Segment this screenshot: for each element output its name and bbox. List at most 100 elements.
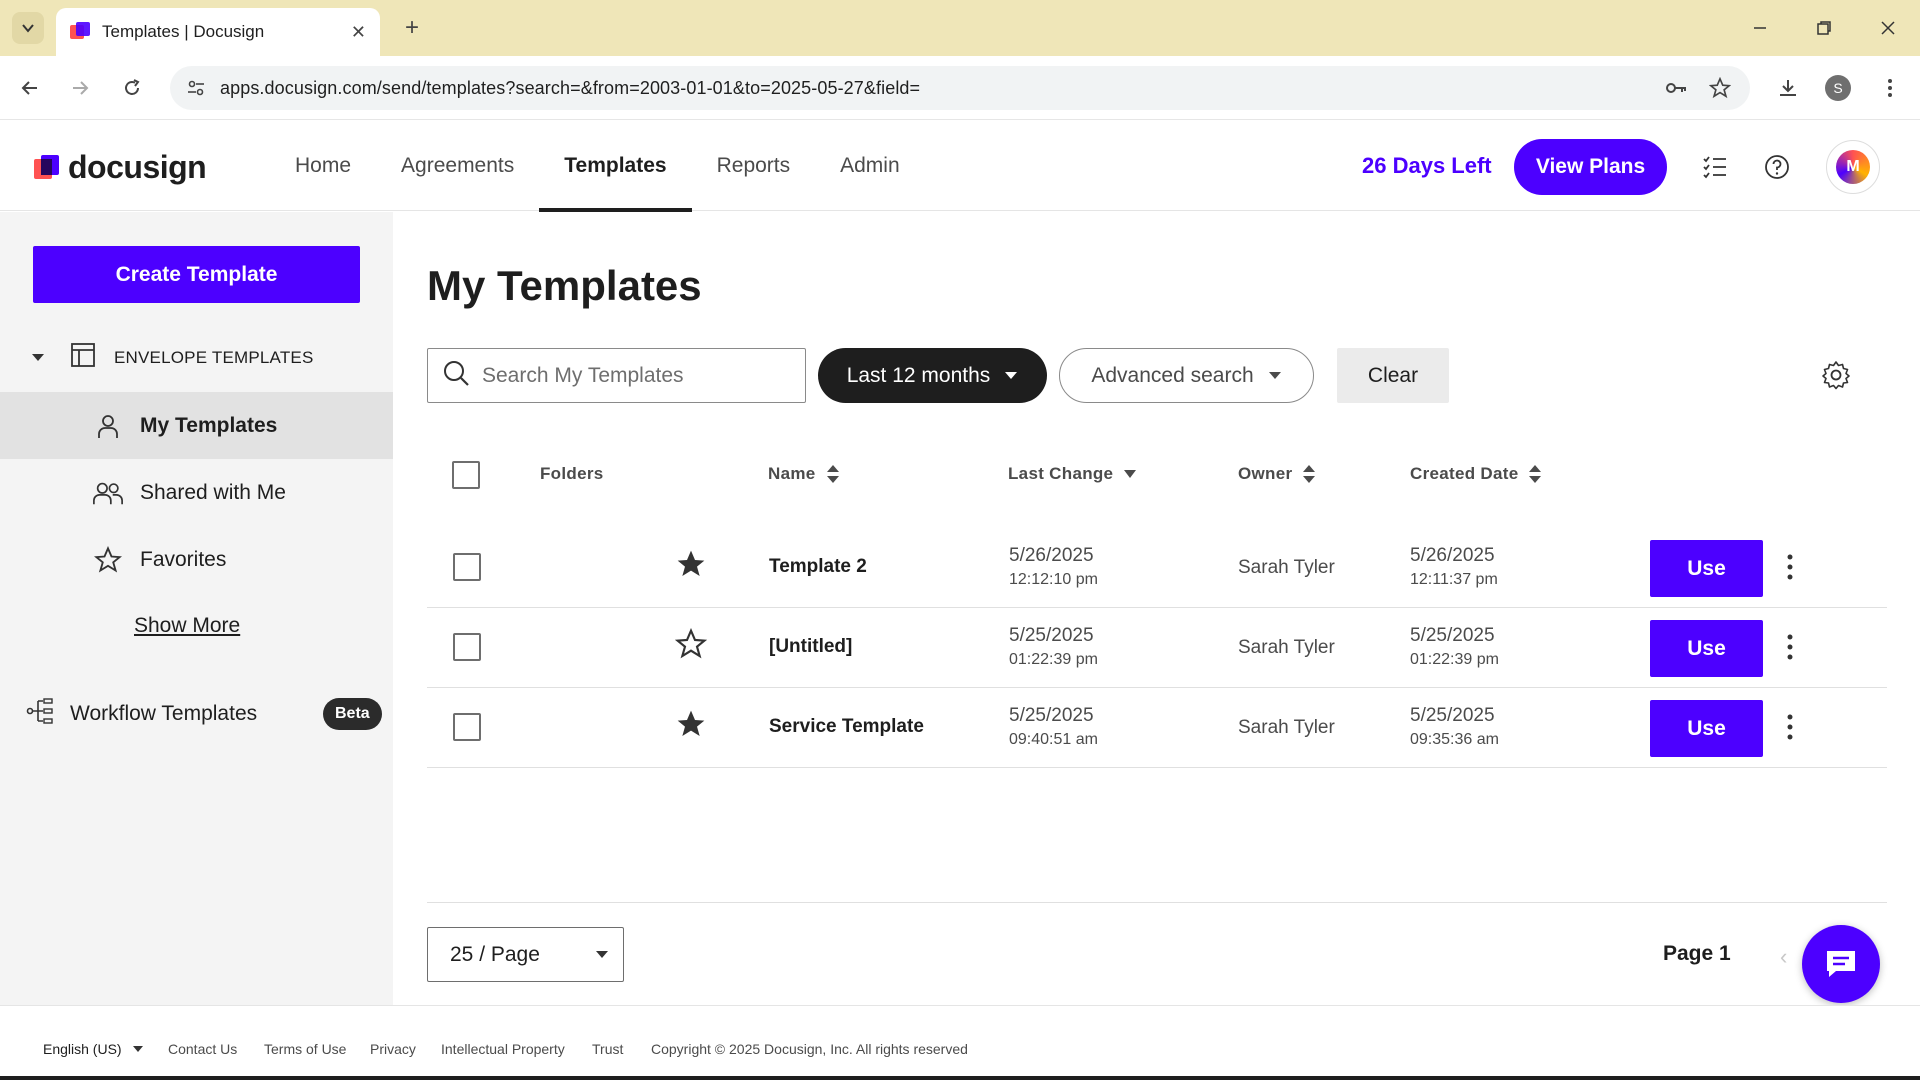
advanced-search-dropdown[interactable]: Advanced search <box>1059 348 1314 403</box>
date-filter-label: Last 12 months <box>846 363 991 387</box>
create-template-button[interactable]: Create Template <box>33 246 360 303</box>
last-change-cell: 5/25/2025 09:40:51 am <box>1009 705 1098 748</box>
sidebar-item-shared-with-me[interactable]: Shared with Me <box>0 459 393 526</box>
reload-icon[interactable] <box>116 72 148 104</box>
sidebar-item-label: My Templates <box>140 413 278 437</box>
row-divider <box>427 607 1887 608</box>
workflow-icon <box>26 698 54 730</box>
app-header: docusign Home Agreements Templates Repor… <box>0 121 1920 212</box>
row-checkbox[interactable] <box>453 633 481 661</box>
use-button[interactable]: Use <box>1650 540 1763 597</box>
select-all-checkbox[interactable] <box>452 461 480 489</box>
use-button[interactable]: Use <box>1650 700 1763 757</box>
minimize-icon[interactable] <box>1740 10 1780 46</box>
sidebar-item-my-templates[interactable]: My Templates <box>0 392 393 459</box>
chevron-down-icon <box>22 24 34 33</box>
user-avatar[interactable]: M <box>1826 140 1880 194</box>
owner-cell: Sarah Tyler <box>1238 717 1335 738</box>
last-change-cell: 5/26/2025 12:12:10 pm <box>1009 545 1098 588</box>
more-options-icon[interactable] <box>1780 627 1800 667</box>
restore-icon[interactable] <box>1804 10 1844 46</box>
column-owner[interactable]: Owner <box>1238 464 1316 484</box>
bookmark-star-icon[interactable] <box>1704 72 1736 104</box>
profile-avatar[interactable]: S <box>1822 72 1854 104</box>
nav-admin[interactable]: Admin <box>815 121 925 211</box>
row-checkbox[interactable] <box>453 713 481 741</box>
footer: English (US) Contact Us Terms of Use Pri… <box>0 1005 1920 1080</box>
column-name[interactable]: Name <box>768 464 840 484</box>
language-select[interactable]: English (US) <box>43 1041 144 1057</box>
sidebar-item-label: Favorites <box>140 547 227 571</box>
created-date-cell: 5/26/2025 12:11:37 pm <box>1410 545 1498 588</box>
star-filled-icon[interactable] <box>675 708 707 740</box>
per-page-select[interactable]: 25 / Page <box>427 927 624 982</box>
chevron-left-icon[interactable]: ‹ <box>1780 944 1787 970</box>
star-outline-icon[interactable] <box>675 628 707 660</box>
footer-link-terms[interactable]: Terms of Use <box>264 1041 346 1057</box>
url-omnibox[interactable]: apps.docusign.com/send/templates?search=… <box>170 66 1750 110</box>
gear-icon[interactable] <box>1818 357 1854 393</box>
table-bottom-divider <box>427 902 1887 903</box>
logo-text: docusign <box>68 149 207 185</box>
clear-button[interactable]: Clear <box>1337 348 1449 403</box>
template-name[interactable]: [Untitled] <box>769 636 852 658</box>
docusign-logo-icon <box>34 154 60 181</box>
use-button[interactable]: Use <box>1650 620 1763 677</box>
sidebar-item-favorites[interactable]: Favorites <box>0 526 393 593</box>
row-checkbox[interactable] <box>453 553 481 581</box>
nav-reports[interactable]: Reports <box>692 121 816 211</box>
more-options-icon[interactable] <box>1780 707 1800 747</box>
nav-home[interactable]: Home <box>270 121 376 211</box>
chat-icon <box>1827 951 1855 977</box>
forward-arrow-icon[interactable] <box>64 72 96 104</box>
show-more-link[interactable]: Show More <box>134 614 240 638</box>
tab-close-icon[interactable]: ✕ <box>351 22 366 43</box>
more-options-icon[interactable] <box>1780 547 1800 587</box>
checklist-icon[interactable] <box>1698 150 1732 184</box>
download-icon[interactable] <box>1772 72 1804 104</box>
star-filled-icon[interactable] <box>675 548 707 580</box>
browser-tab-bar: Templates | Docusign ✕ + <box>0 0 1920 56</box>
browser-tab-active[interactable]: Templates | Docusign ✕ <box>56 8 380 56</box>
main-nav: Home Agreements Templates Reports Admin <box>270 121 925 212</box>
footer-link-privacy[interactable]: Privacy <box>370 1041 416 1057</box>
footer-link-contact[interactable]: Contact Us <box>168 1041 237 1057</box>
url-text: apps.docusign.com/send/templates?search=… <box>220 77 921 98</box>
created-date-cell: 5/25/2025 09:35:36 am <box>1410 705 1499 748</box>
date-filter-dropdown[interactable]: Last 12 months <box>818 348 1047 403</box>
search-input[interactable] <box>482 363 782 388</box>
view-plans-button[interactable]: View Plans <box>1514 139 1667 195</box>
nav-templates[interactable]: Templates <box>539 121 692 212</box>
footer-bar <box>0 1076 1920 1080</box>
column-last-change[interactable]: Last Change <box>1008 464 1137 484</box>
per-page-value: 25 / Page <box>450 942 540 966</box>
search-box[interactable] <box>427 348 806 403</box>
workflow-templates-link[interactable]: Workflow Templates <box>26 698 257 730</box>
template-name[interactable]: Service Template <box>769 716 924 738</box>
new-tab-icon[interactable]: + <box>396 12 428 44</box>
footer-link-ip[interactable]: Intellectual Property <box>441 1041 565 1057</box>
trial-days-left[interactable]: 26 Days Left <box>1362 153 1492 179</box>
close-window-icon[interactable] <box>1868 10 1908 46</box>
tab-title: Templates | Docusign <box>102 22 265 41</box>
row-divider <box>427 767 1887 768</box>
browser-menu-icon[interactable] <box>1874 72 1906 104</box>
caret-down-icon <box>1005 372 1018 379</box>
chat-button[interactable] <box>1802 925 1880 1003</box>
footer-link-trust[interactable]: Trust <box>592 1041 623 1057</box>
envelope-templates-section[interactable]: ENVELOPE TEMPLATES <box>30 342 313 373</box>
docusign-logo[interactable]: docusign <box>34 149 207 186</box>
back-arrow-icon[interactable] <box>14 72 46 104</box>
help-icon[interactable] <box>1760 150 1794 184</box>
section-label: ENVELOPE TEMPLATES <box>114 347 314 367</box>
page-title: My Templates <box>427 262 702 309</box>
sort-icon <box>1529 465 1542 483</box>
password-key-icon[interactable] <box>1660 72 1692 104</box>
template-name[interactable]: Template 2 <box>769 556 867 578</box>
sort-desc-icon <box>1124 470 1137 478</box>
nav-agreements[interactable]: Agreements <box>376 121 539 211</box>
column-created-date[interactable]: Created Date <box>1410 464 1542 484</box>
tab-search-dropdown[interactable] <box>12 12 44 44</box>
beta-badge: Beta <box>323 698 382 730</box>
site-settings-icon[interactable] <box>186 78 206 98</box>
